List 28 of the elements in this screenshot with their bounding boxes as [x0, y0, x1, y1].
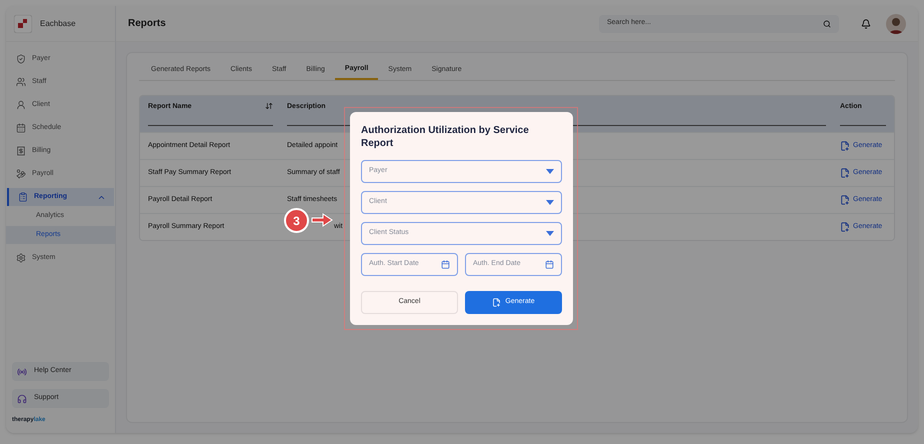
- calendar-icon: [545, 260, 554, 269]
- person-icon: [16, 100, 26, 110]
- caret-icon: [546, 231, 554, 236]
- group-icon: [16, 77, 26, 87]
- shield-icon: [16, 54, 26, 64]
- dialog-title: Authorization Utilization by Service Report: [361, 124, 530, 150]
- file-plus-icon: [840, 168, 850, 178]
- brand-name: Eachbase: [40, 18, 76, 30]
- avatar[interactable]: [886, 14, 906, 34]
- file-plus-icon: [840, 141, 850, 151]
- settings-icon: [16, 253, 26, 263]
- receipt-icon: [16, 146, 26, 156]
- coins-icon: [16, 169, 26, 179]
- caret-icon: [546, 169, 554, 174]
- file-plus-icon: [840, 195, 850, 205]
- caret-icon: [546, 200, 554, 205]
- headset-icon: [17, 394, 27, 404]
- radio-icon: [17, 366, 27, 376]
- search-icon: [823, 20, 831, 28]
- sort-icon[interactable]: [265, 102, 273, 110]
- clipboard-icon: [18, 192, 28, 202]
- bell-icon[interactable]: [861, 18, 871, 28]
- logo-icon: [14, 14, 32, 32]
- page-title: Reports: [128, 17, 167, 31]
- calendar-icon: [16, 123, 26, 133]
- file-plus-icon: [492, 298, 502, 307]
- file-plus-icon: [840, 222, 850, 232]
- calendar-icon: [441, 260, 450, 269]
